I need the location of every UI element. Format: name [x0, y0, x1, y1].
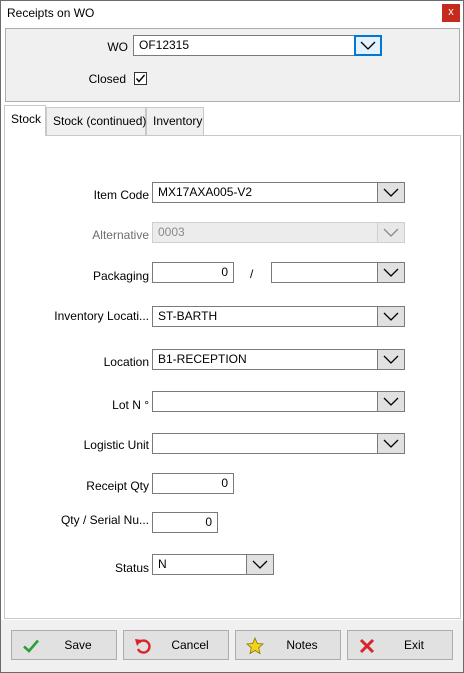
closed-checkbox[interactable]: [134, 72, 147, 85]
cancel-button[interactable]: Cancel: [123, 630, 229, 660]
item-code-dropdown-button[interactable]: [377, 182, 405, 203]
cancel-button-label: Cancel: [171, 638, 209, 652]
notes-button-label: Notes: [286, 638, 318, 652]
chevron-down-icon: [383, 397, 399, 406]
checkmark-icon: [135, 74, 146, 83]
undo-icon: [135, 639, 151, 654]
window-title: Receipts on WO: [7, 6, 95, 20]
chevron-down-icon: [383, 312, 399, 321]
packaging-qty-input[interactable]: 0: [152, 262, 234, 283]
chevron-down-icon: [383, 188, 399, 197]
alternative-dropdown-button: [377, 222, 405, 243]
status-input[interactable]: N: [152, 554, 250, 575]
packaging-separator: /: [250, 267, 254, 281]
close-button[interactable]: x: [442, 4, 460, 22]
inventory-location-label: Inventory Locati...: [54, 309, 149, 323]
star-icon: [246, 637, 264, 655]
packaging-label: Packaging: [92, 269, 149, 283]
location-label: Location: [103, 355, 149, 369]
save-button-label: Save: [64, 638, 92, 652]
wo-panel: WO OF12315 Closed: [5, 28, 460, 102]
status-label: Status: [114, 561, 149, 575]
logistic-unit-input[interactable]: [152, 433, 382, 454]
lot-number-input[interactable]: [152, 391, 382, 412]
chevron-down-icon: [383, 228, 399, 237]
notes-button[interactable]: Notes: [235, 630, 341, 660]
packaging-unit-dropdown-button[interactable]: [377, 262, 405, 283]
wo-input[interactable]: OF12315: [133, 35, 358, 56]
status-dropdown-button[interactable]: [246, 554, 274, 575]
exit-button[interactable]: Exit: [347, 630, 453, 660]
closed-label: Closed: [88, 72, 126, 86]
item-code-input[interactable]: MX17AXA005-V2: [152, 182, 382, 203]
chevron-down-icon: [383, 355, 399, 364]
alternative-input: 0003: [152, 222, 382, 243]
qty-serial-label: Qty / Serial Nu...: [60, 513, 149, 527]
location-input[interactable]: B1-RECEPTION: [152, 349, 382, 370]
inventory-location-dropdown-button[interactable]: [377, 306, 405, 327]
qty-serial-input[interactable]: 0: [152, 512, 218, 533]
stock-tab-panel: Item Code MX17AXA005-V2 Alternative 0003…: [4, 135, 461, 619]
receipt-qty-input[interactable]: 0: [152, 473, 234, 494]
packaging-unit-input[interactable]: [271, 262, 382, 283]
tab-inventory[interactable]: Inventory: [146, 107, 204, 135]
exit-button-label: Exit: [403, 638, 424, 652]
chevron-down-icon: [252, 560, 268, 569]
button-bar: Save Cancel Notes Exit: [1, 620, 463, 672]
check-icon: [23, 639, 39, 653]
lot-number-dropdown-button[interactable]: [377, 391, 405, 412]
title-bar: Receipts on WO x: [1, 1, 463, 26]
chevron-down-icon: [360, 41, 376, 50]
alternative-label: Alternative: [92, 228, 149, 242]
lot-number-label: Lot N °: [112, 398, 149, 412]
receipts-window: Receipts on WO x WO OF12315 Closed Stock…: [0, 0, 464, 673]
inventory-location-input[interactable]: ST-BARTH: [152, 306, 382, 327]
tab-stock-continued[interactable]: Stock (continued): [46, 107, 146, 135]
tab-stock[interactable]: Stock: [4, 105, 46, 136]
wo-dropdown-button[interactable]: [354, 35, 382, 56]
wo-label: WO: [107, 40, 128, 54]
save-button[interactable]: Save: [11, 630, 117, 660]
logistic-unit-dropdown-button[interactable]: [377, 433, 405, 454]
chevron-down-icon: [383, 439, 399, 448]
receipt-qty-label: Receipt Qty: [86, 479, 149, 493]
logistic-unit-label: Logistic Unit: [83, 438, 149, 452]
item-code-label: Item Code: [93, 188, 149, 202]
x-icon: [359, 638, 375, 654]
chevron-down-icon: [383, 268, 399, 277]
location-dropdown-button[interactable]: [377, 349, 405, 370]
